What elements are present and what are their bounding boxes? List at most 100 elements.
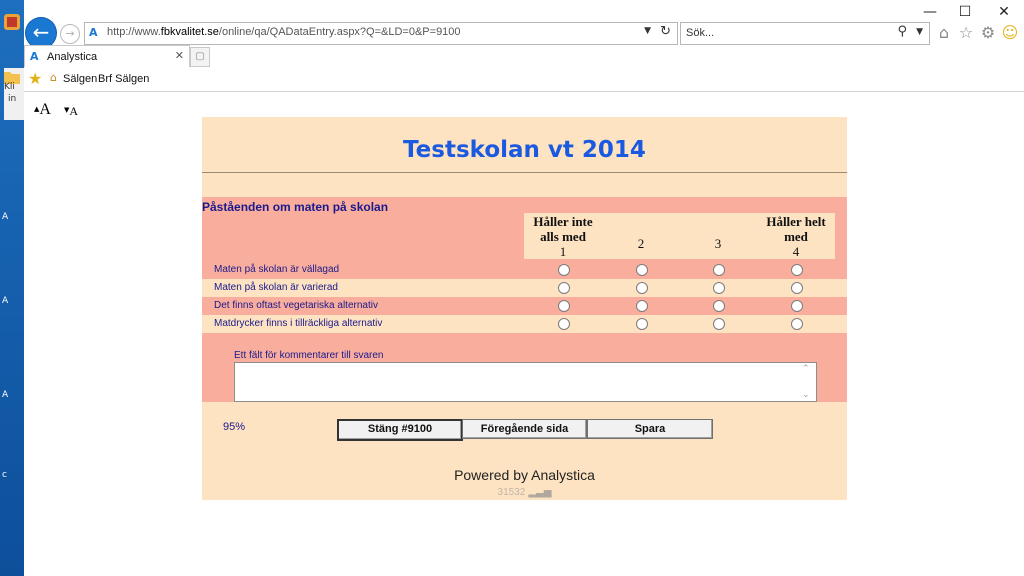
- radio-option-4[interactable]: [791, 300, 803, 312]
- minimize-button[interactable]: —: [910, 2, 950, 22]
- question-block: Påståenden om maten på skolan Håller int…: [202, 197, 847, 402]
- radio-option-3[interactable]: [713, 300, 725, 312]
- close-button[interactable]: Stäng #9100: [337, 419, 463, 441]
- arrow-left-icon: ←: [32, 20, 50, 44]
- new-tab-icon: ▢: [195, 51, 205, 62]
- desktop-text: in: [8, 94, 17, 104]
- desktop-text: A: [2, 390, 9, 400]
- page-content: ▲A ▼A Testskolan vt 2014 Påståenden om m…: [24, 92, 1024, 576]
- tab-analystica[interactable]: A Analystica ✕: [24, 45, 190, 68]
- survey-form: Testskolan vt 2014 Påståenden om maten p…: [202, 117, 847, 500]
- radio-option-4[interactable]: [791, 264, 803, 276]
- desktop-text: c: [2, 470, 7, 480]
- url-domain: fbkvalitet.se: [160, 26, 219, 38]
- scale-value-2: 2: [637, 236, 645, 251]
- statement-row: Matdrycker finns i tillräckliga alternat…: [202, 315, 847, 333]
- survey-title: Testskolan vt 2014: [403, 137, 646, 163]
- url-prefix: http://www.: [107, 26, 161, 38]
- maximize-button[interactable]: ☐: [945, 2, 985, 22]
- favorites-star-icon[interactable]: ☆: [956, 23, 976, 43]
- address-url[interactable]: http://www.fbkvalitet.se/online/qa/QADat…: [107, 26, 461, 38]
- favorites-bar: ★ ⌂ Sälgen Brf Sälgen: [24, 67, 1024, 92]
- signal-bars-icon: ▂▃▅: [528, 487, 552, 498]
- new-tab-button[interactable]: ▢: [190, 47, 210, 67]
- settings-gear-icon[interactable]: ⚙: [978, 23, 998, 43]
- arrow-right-icon: →: [65, 27, 75, 40]
- search-placeholder: Sök...: [686, 27, 715, 39]
- radio-option-3[interactable]: [713, 264, 725, 276]
- scale-header: Håller inte alls med 1 2 3 Håller helt m…: [524, 213, 835, 259]
- scale-value-1: 1: [559, 244, 567, 259]
- desktop-background: Kli in A A A c: [0, 0, 25, 576]
- favorite-link-salgen[interactable]: Sälgen: [63, 73, 97, 85]
- search-box[interactable]: Sök... ⚲ ▼: [680, 22, 930, 45]
- tab-favicon-icon: A: [30, 50, 39, 63]
- comment-label: Ett fält för kommentarer till svaren: [234, 350, 384, 361]
- favorites-star-icon[interactable]: ★: [28, 69, 42, 88]
- favorite-home-icon: ⌂: [50, 71, 57, 84]
- powered-by-text: Powered by Analystica: [454, 467, 595, 483]
- close-window-button[interactable]: ✕: [984, 2, 1024, 22]
- smiley-feedback-icon[interactable]: ☺: [1000, 23, 1020, 43]
- radio-option-1[interactable]: [558, 282, 570, 294]
- radio-option-2[interactable]: [636, 300, 648, 312]
- browser-toolbar: ← → A http://www.fbkvalitet.se/online/qa…: [24, 0, 1024, 48]
- browser-window: ← → A http://www.fbkvalitet.se/online/qa…: [24, 0, 1024, 576]
- statement-text: Det finns oftast vegetariska alternativ: [214, 300, 378, 311]
- scale-low-label: Håller inte alls med: [524, 214, 602, 244]
- statement-row: Maten på skolan är varierad: [202, 279, 847, 297]
- statement-text: Maten på skolan är vällagad: [214, 264, 340, 275]
- question-heading: Påståenden om maten på skolan: [202, 200, 389, 214]
- comment-textarea[interactable]: [234, 362, 817, 402]
- radio-option-2[interactable]: [636, 282, 648, 294]
- favorite-link-brf-salgen[interactable]: Brf Sälgen: [98, 73, 149, 85]
- desktop-text: Kli: [4, 82, 15, 92]
- forward-button[interactable]: →: [60, 24, 80, 44]
- scale-low-label-line2: alls med: [540, 229, 586, 244]
- counter-value: 31532: [497, 487, 526, 498]
- search-icon[interactable]: ⚲: [897, 24, 907, 39]
- tab-close-icon[interactable]: ✕: [175, 49, 184, 62]
- radio-option-1[interactable]: [558, 300, 570, 312]
- statement-text: Maten på skolan är varierad: [214, 282, 338, 293]
- address-bar[interactable]: A http://www.fbkvalitet.se/online/qa/QAD…: [84, 22, 678, 45]
- radio-option-1[interactable]: [558, 318, 570, 330]
- radio-option-3[interactable]: [713, 318, 725, 330]
- font-increase-button[interactable]: ▲A: [34, 101, 51, 119]
- scale-high-label: Håller helt med: [756, 214, 836, 244]
- radio-option-2[interactable]: [636, 264, 648, 276]
- desktop-partial-window: Kli in: [4, 68, 25, 120]
- radio-option-4[interactable]: [791, 318, 803, 330]
- refresh-icon[interactable]: ↻: [660, 24, 671, 39]
- back-button[interactable]: ←: [26, 18, 56, 48]
- statement-row: Maten på skolan är vällagad: [202, 261, 847, 279]
- radio-option-1[interactable]: [558, 264, 570, 276]
- radio-option-4[interactable]: [791, 282, 803, 294]
- home-icon[interactable]: ⌂: [934, 23, 954, 43]
- visit-counter: 31532 ▂▃▅: [202, 487, 847, 498]
- scale-high-label-line2: med: [784, 229, 808, 244]
- font-decrease-button[interactable]: ▼A: [64, 104, 78, 119]
- scale-high-label-line1: Håller helt: [766, 214, 826, 229]
- desktop-text: A: [2, 212, 9, 222]
- scroll-up-icon[interactable]: ⌃: [802, 364, 810, 374]
- scale-value-4: 4: [792, 244, 800, 259]
- tab-label: Analystica: [47, 51, 98, 63]
- desktop-app-icon[interactable]: [2, 12, 22, 32]
- save-button[interactable]: Spara: [587, 419, 713, 439]
- search-dropdown-icon[interactable]: ▼: [916, 27, 923, 37]
- statement-text: Matdrycker finns i tillräckliga alternat…: [214, 318, 383, 329]
- title-divider: [202, 172, 847, 173]
- radio-option-3[interactable]: [713, 282, 725, 294]
- radio-option-2[interactable]: [636, 318, 648, 330]
- font-increase-label: A: [39, 101, 51, 118]
- scroll-down-icon[interactable]: ⌄: [802, 390, 810, 400]
- desktop-text: A: [2, 296, 9, 306]
- comment-scrollbar[interactable]: ⌃ ⌄: [799, 363, 815, 401]
- progress-indicator: 95%: [223, 421, 246, 433]
- previous-page-button[interactable]: Föregående sida: [462, 419, 587, 439]
- scale-low-label-line1: Håller inte: [533, 214, 593, 229]
- scale-value-3: 3: [714, 236, 722, 251]
- statement-row: Det finns oftast vegetariska alternativ: [202, 297, 847, 315]
- address-dropdown-icon[interactable]: ▼: [644, 26, 651, 36]
